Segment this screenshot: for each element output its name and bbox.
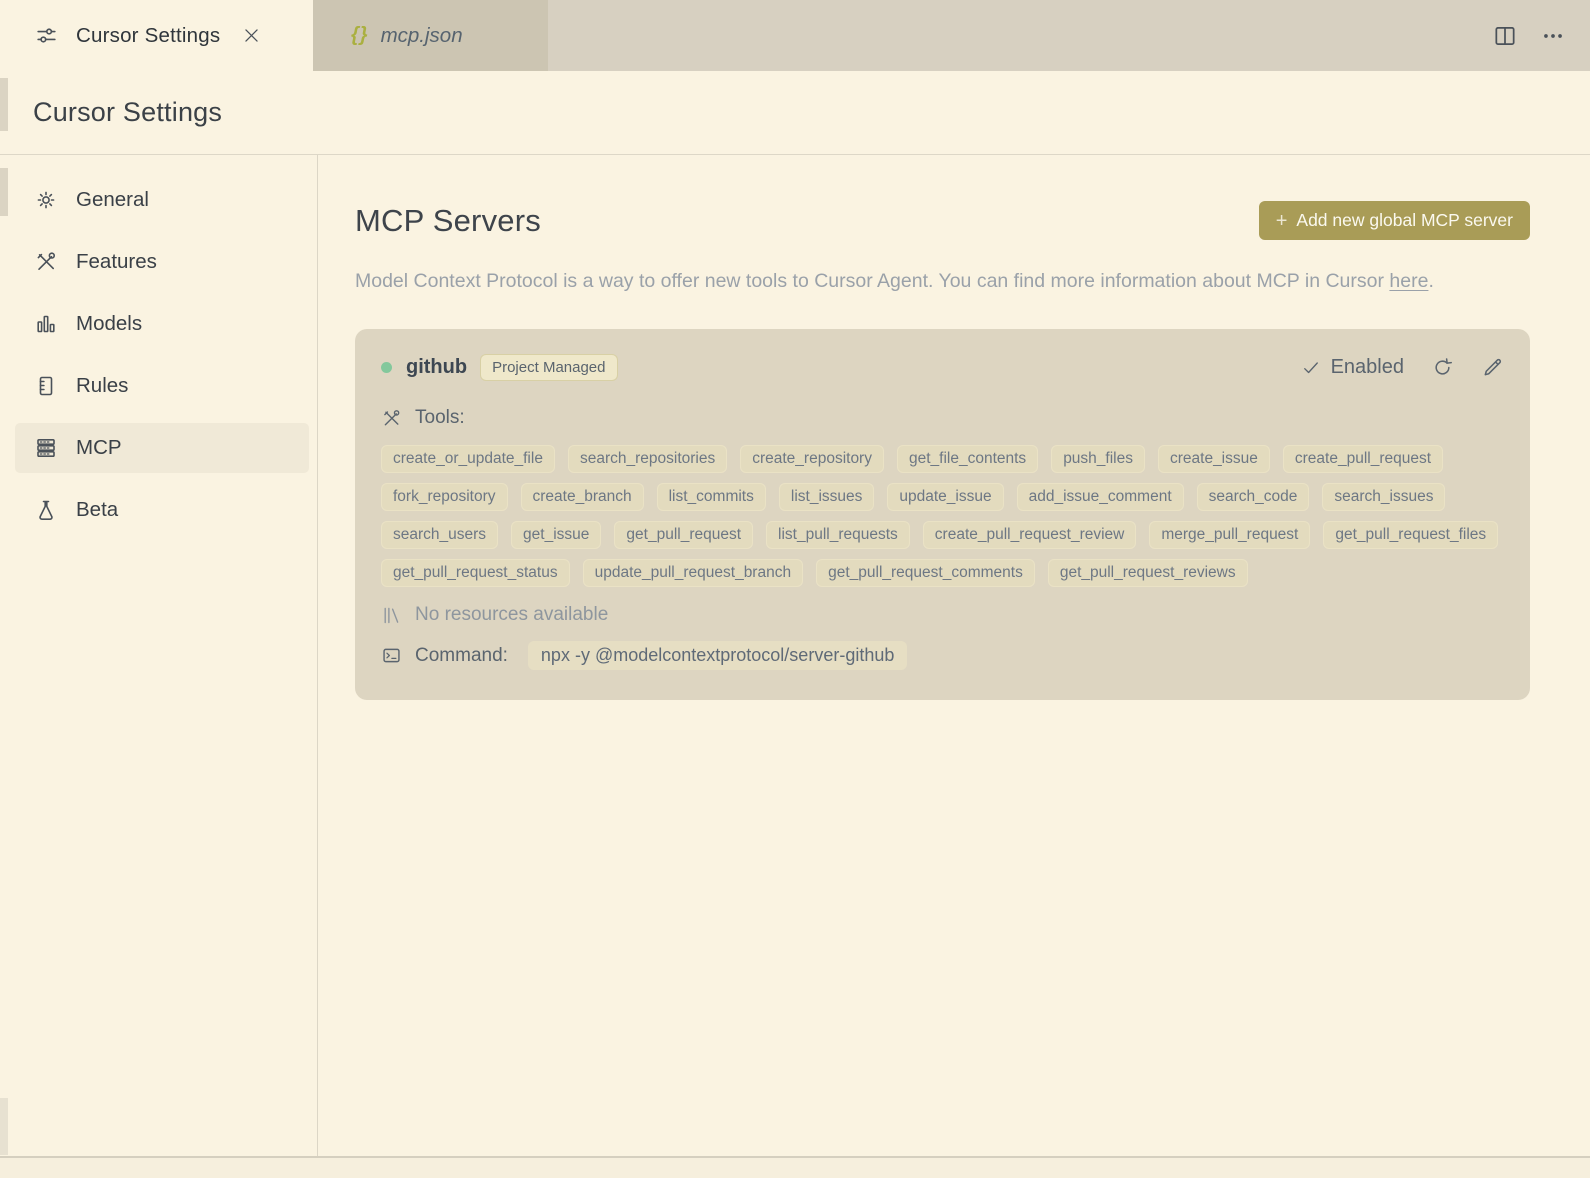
page-heading: MCP Servers	[355, 202, 541, 238]
sidebar-item-features[interactable]: Features	[15, 237, 309, 287]
resources-text: No resources available	[415, 604, 609, 626]
tool-tag-list: create_or_update_file search_repositorie…	[381, 445, 1504, 588]
enabled-label: Enabled	[1330, 356, 1404, 379]
ruled-document-icon	[33, 374, 59, 398]
sidebar-item-general[interactable]: General	[15, 175, 309, 225]
tool-tag: create_repository	[740, 445, 884, 474]
sidebar-item-label: Rules	[76, 374, 129, 397]
tool-tag: get_pull_request_reviews	[1047, 559, 1248, 588]
tool-tag: get_pull_request_files	[1323, 521, 1499, 550]
description-text: Model Context Protocol is a way to offer…	[355, 270, 1390, 292]
tool-tag: get_issue	[511, 521, 602, 550]
mcp-server-card-github: github Project Managed Enabled Tools: cr…	[355, 329, 1530, 701]
tool-tag: get_pull_request_comments	[816, 559, 1035, 588]
tab-label: mcp.json	[380, 23, 463, 47]
tab-bar-actions	[1492, 0, 1590, 71]
tool-tag: search_code	[1196, 483, 1310, 512]
tool-tag: update_pull_request_branch	[582, 559, 804, 588]
mcp-settings-panel: MCP Servers + Add new global MCP server …	[318, 155, 1590, 1156]
tool-tag: push_files	[1051, 445, 1145, 474]
tool-tag: list_issues	[778, 483, 875, 512]
tools-icon	[384, 409, 400, 426]
add-button-label: Add new global MCP server	[1296, 210, 1513, 230]
description-text-end: .	[1428, 270, 1434, 292]
bar-chart-icon	[33, 312, 59, 336]
more-actions-icon[interactable]	[1540, 23, 1566, 49]
sidebar-item-label: Models	[76, 312, 143, 335]
tool-tag: add_issue_comment	[1016, 483, 1184, 512]
tab-bar-spacer	[548, 0, 1492, 71]
tool-tag: fork_repository	[381, 483, 508, 512]
bottom-strip	[0, 1156, 1590, 1178]
sidebar-item-label: Features	[76, 250, 157, 273]
edit-pencil-icon[interactable]	[1481, 356, 1504, 379]
tool-tag: create_issue	[1157, 445, 1270, 474]
add-global-mcp-server-button[interactable]: + Add new global MCP server	[1258, 201, 1530, 240]
sliders-icon	[34, 23, 59, 48]
tools-icon	[33, 250, 59, 274]
split-editor-icon[interactable]	[1492, 23, 1518, 49]
tool-tag: create_pull_request_review	[922, 521, 1137, 550]
left-gutter-segment	[0, 1098, 8, 1155]
close-icon[interactable]	[242, 26, 261, 45]
tool-tag: search_issues	[1322, 483, 1446, 512]
settings-title-bar: Cursor Settings	[0, 71, 1590, 155]
command-value: npx -y @modelcontextprotocol/server-gith…	[527, 641, 908, 671]
sidebar-item-mcp[interactable]: MCP	[15, 423, 309, 473]
library-icon	[384, 607, 399, 623]
tool-tag: search_repositories	[567, 445, 728, 474]
left-gutter-segment	[0, 78, 8, 131]
mcp-description: Model Context Protocol is a way to offer…	[355, 264, 1525, 299]
tab-cursor-settings[interactable]: Cursor Settings	[0, 0, 313, 71]
resources-row: No resources available	[381, 604, 1504, 626]
tab-label: Cursor Settings	[76, 23, 221, 47]
plus-icon: +	[1275, 209, 1288, 232]
server-status-dot	[381, 362, 392, 374]
tool-tag: search_users	[381, 521, 499, 550]
sidebar-item-label: General	[76, 188, 149, 211]
json-braces-icon: {}	[351, 24, 369, 46]
left-gutter-segment	[0, 168, 8, 216]
gear-icon	[33, 188, 59, 212]
tools-label: Tools:	[415, 407, 465, 429]
check-icon	[1303, 361, 1318, 373]
tool-tag: create_or_update_file	[381, 445, 555, 474]
refresh-icon[interactable]	[1431, 356, 1454, 379]
tool-tag: create_pull_request	[1282, 445, 1444, 474]
enabled-toggle[interactable]: Enabled	[1301, 356, 1404, 379]
tool-tag: list_pull_requests	[766, 521, 910, 550]
flask-icon	[33, 498, 59, 522]
tool-tag: list_commits	[656, 483, 766, 512]
tool-tag: get_pull_request_status	[381, 559, 570, 588]
sidebar-item-models[interactable]: Models	[15, 299, 309, 349]
page-title: Cursor Settings	[33, 97, 223, 127]
tool-tag: get_file_contents	[896, 445, 1039, 474]
here-link[interactable]: here	[1389, 270, 1428, 292]
tool-tag: get_pull_request	[614, 521, 754, 550]
sidebar-item-rules[interactable]: Rules	[15, 361, 309, 411]
tool-tag: merge_pull_request	[1149, 521, 1311, 550]
cursor-settings-window: Cursor Settings {} mcp.json Cursor Setti…	[0, 0, 1590, 1178]
project-managed-badge: Project Managed	[480, 354, 618, 382]
command-row: Command: npx -y @modelcontextprotocol/se…	[381, 641, 1504, 671]
settings-sidebar: General Features Models Rules MCP Beta	[0, 155, 318, 1156]
tools-row: Tools:	[381, 407, 1504, 429]
tab-mcp-json[interactable]: {} mcp.json	[313, 0, 548, 71]
sidebar-item-label: Beta	[76, 498, 119, 521]
command-label: Command:	[415, 644, 508, 666]
server-stack-icon	[33, 436, 59, 460]
sidebar-item-beta[interactable]: Beta	[15, 485, 309, 535]
editor-tab-bar: Cursor Settings {} mcp.json	[0, 0, 1590, 71]
tool-tag: update_issue	[887, 483, 1004, 512]
server-name: github	[406, 356, 468, 379]
terminal-icon	[383, 648, 400, 663]
sidebar-item-label: MCP	[76, 436, 122, 459]
tool-tag: create_branch	[520, 483, 644, 512]
